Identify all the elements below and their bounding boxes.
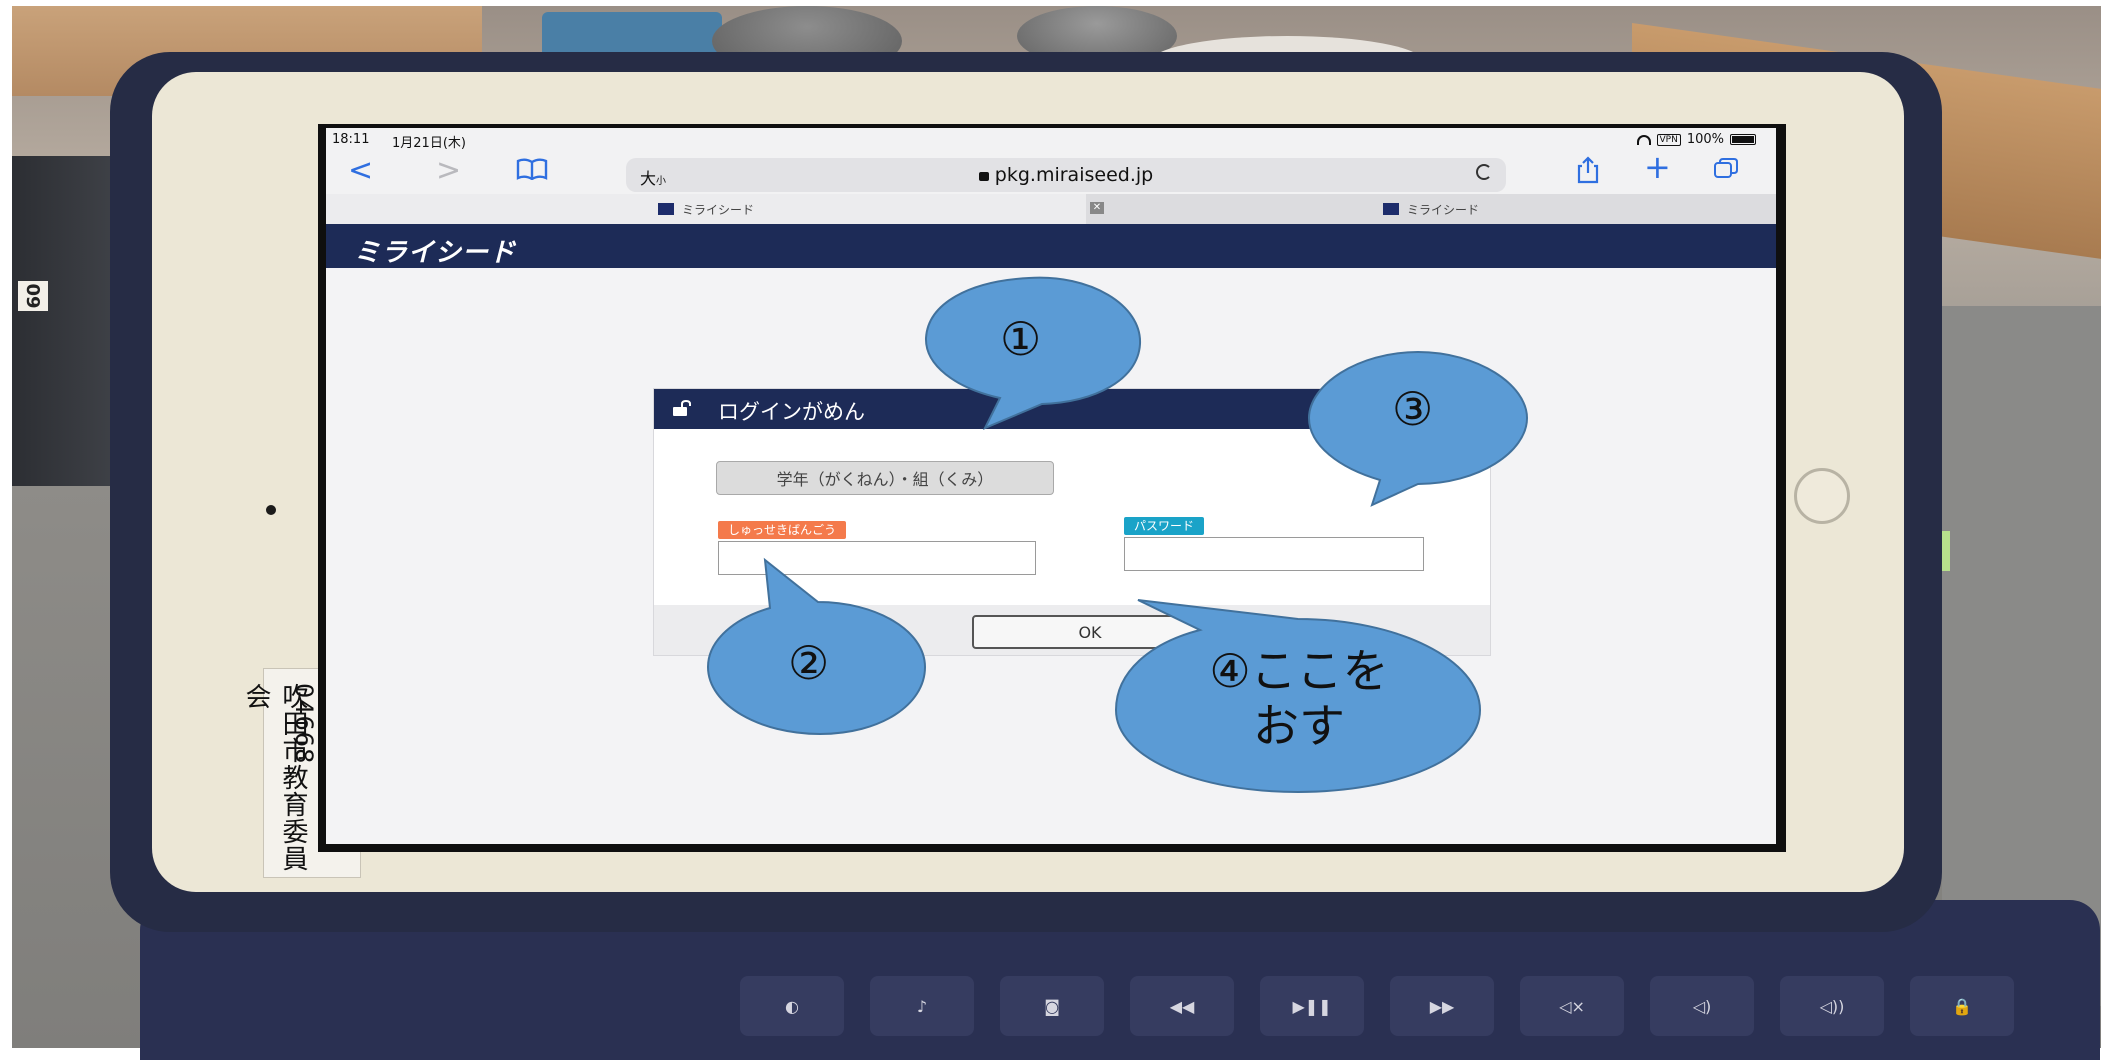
keyboard-key: ◙: [1000, 976, 1104, 1036]
reload-icon[interactable]: [1476, 164, 1492, 180]
site-logo: ミライシード: [354, 238, 517, 268]
url-text: pkg.miraiseed.jp: [994, 164, 1154, 186]
status-indicators: VPN 100%: [1636, 132, 1756, 147]
battery-icon: [1730, 134, 1756, 145]
front-camera: [266, 505, 276, 515]
callout-label-3: ③: [1392, 382, 1434, 436]
callout-label-4-line2: おす: [1253, 699, 1345, 754]
keyboard-key: 🔒: [1910, 976, 2014, 1036]
page-body: ログインがめん 学年（がくねん）・組（くみ） しゅっせきばんごう パスワード O…: [326, 268, 1776, 844]
tab-miraiseed-active[interactable]: ミライシード: [326, 194, 1086, 224]
keyboard-key: ♪: [870, 976, 974, 1036]
unlock-icon: [673, 400, 691, 416]
keyboard-key: ◀◀: [1130, 976, 1234, 1036]
tabs-overview-icon[interactable]: [1714, 158, 1738, 178]
screen-display: 18:11 1月21日(木) VPN 100% < > 大小 pkg.mirai…: [326, 128, 1776, 844]
battery-percentage: 100%: [1686, 132, 1724, 147]
new-tab-icon[interactable]: +: [1644, 151, 1671, 183]
tab-close-icon[interactable]: ✕: [1090, 202, 1104, 214]
callout-label-1: ①: [1000, 312, 1042, 366]
back-icon[interactable]: <: [348, 156, 373, 186]
miraiseed-favicon-icon: [657, 203, 674, 215]
status-bar: 18:11 1月21日(木) VPN 100%: [326, 128, 1776, 151]
tab-miraiseed[interactable]: ✕ ミライシード: [1086, 194, 1776, 224]
tablet-screen: 18:11 1月21日(木) VPN 100% < > 大小 pkg.mirai…: [318, 124, 1786, 852]
forward-icon[interactable]: >: [436, 156, 461, 186]
login-dialog-title: ログインがめん: [718, 400, 865, 424]
callout-label-4-line1: ④ここを: [1209, 644, 1389, 698]
lock-icon: [978, 172, 989, 181]
attendance-number-label: しゅっせきばんごう: [718, 521, 847, 539]
login-dialog-header: ログインがめん: [654, 389, 1490, 429]
address-bar[interactable]: 大小 pkg.miraiseed.jp: [626, 158, 1506, 192]
class-select[interactable]: 学年（がくねん）・組（くみ）: [716, 461, 1054, 495]
ok-button[interactable]: OK: [972, 615, 1208, 649]
miraiseed-favicon-icon: [1382, 203, 1399, 215]
keyboard-key: ◐: [740, 976, 844, 1036]
tab-title: ミライシード: [1406, 202, 1479, 217]
browser-toolbar: < > 大小 pkg.miraiseed.jp +: [326, 150, 1776, 194]
keyboard-key: ▶▶: [1390, 976, 1494, 1036]
url-display: pkg.miraiseed.jp: [626, 164, 1506, 186]
login-dialog: ログインがめん 学年（がくねん）・組（くみ） しゅっせきばんごう パスワード O…: [653, 388, 1491, 656]
keyboard-key: ◁×: [1520, 976, 1624, 1036]
home-button[interactable]: [1794, 468, 1850, 524]
callout-label-4: ④ここを おす: [1194, 644, 1404, 754]
wifi-icon: [1636, 134, 1651, 145]
status-time: 18:11: [332, 132, 370, 147]
password-label: パスワード: [1124, 517, 1205, 535]
vpn-badge: VPN: [1656, 133, 1681, 146]
tab-bar: ミライシード ✕ ミライシード: [326, 194, 1776, 224]
keyboard-key: ◁)): [1780, 976, 1884, 1036]
site-header: ミライシード: [326, 224, 1776, 268]
keyboard-key: ▶❚❚: [1260, 976, 1364, 1036]
status-date: 1月21日(木): [392, 136, 466, 151]
folder-label: 09: [18, 281, 48, 311]
tab-title: ミライシード: [681, 202, 754, 217]
callout-label-2: ②: [788, 636, 830, 690]
attendance-number-field[interactable]: [718, 541, 1036, 575]
share-icon[interactable]: [1576, 156, 1600, 184]
bookmarks-icon[interactable]: [516, 158, 548, 180]
password-field[interactable]: [1124, 537, 1424, 571]
keyboard-key: ◁): [1650, 976, 1754, 1036]
